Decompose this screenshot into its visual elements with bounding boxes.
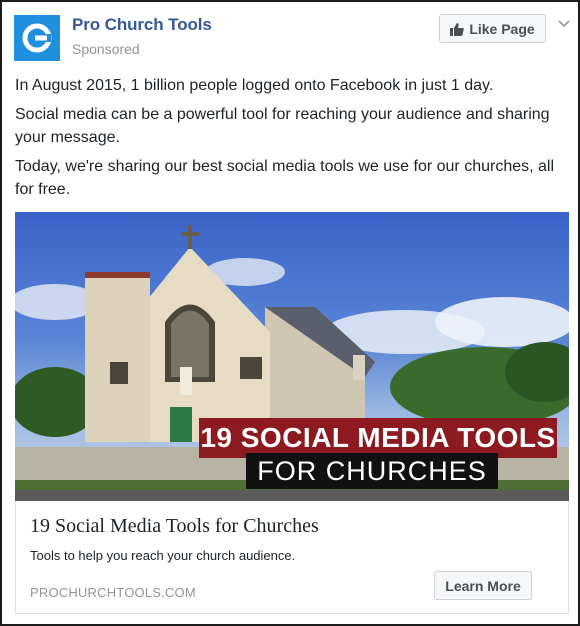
- link-description: Tools to help you reach your church audi…: [30, 548, 296, 563]
- post-paragraph: Social media can be a powerful tool for …: [15, 106, 550, 146]
- page-name-link[interactable]: Pro Church Tools: [72, 15, 212, 35]
- page-avatar[interactable]: [14, 15, 60, 61]
- church-hero-image[interactable]: 19 SOCIAL MEDIA TOOLS FOR CHURCHES: [15, 212, 569, 501]
- sponsored-post-card: Pro Church Tools Sponsored Like Page In …: [0, 0, 580, 626]
- image-subheadline-banner: FOR CHURCHES: [246, 453, 498, 489]
- post-message: In August 2015, 1 billion people logged …: [15, 74, 565, 207]
- pro-church-tools-logo-icon: [22, 23, 52, 53]
- learn-more-button[interactable]: Learn More: [434, 571, 532, 600]
- post-paragraph: Today, we're sharing our best social med…: [15, 158, 555, 198]
- post-paragraph: In August 2015, 1 billion people logged …: [15, 77, 494, 94]
- link-preview[interactable]: 19 Social Media Tools for Churches Tools…: [15, 501, 569, 614]
- link-domain: PROCHURCHTOOLS.COM: [30, 585, 196, 600]
- sponsored-label[interactable]: Sponsored: [72, 41, 140, 57]
- like-page-label: Like Page: [469, 20, 535, 37]
- image-headline-banner: 19 SOCIAL MEDIA TOOLS: [199, 418, 557, 458]
- thumbs-up-icon: [450, 22, 465, 36]
- link-title[interactable]: 19 Social Media Tools for Churches: [30, 515, 319, 538]
- chevron-down-icon[interactable]: [557, 17, 571, 31]
- like-page-button[interactable]: Like Page: [439, 14, 546, 43]
